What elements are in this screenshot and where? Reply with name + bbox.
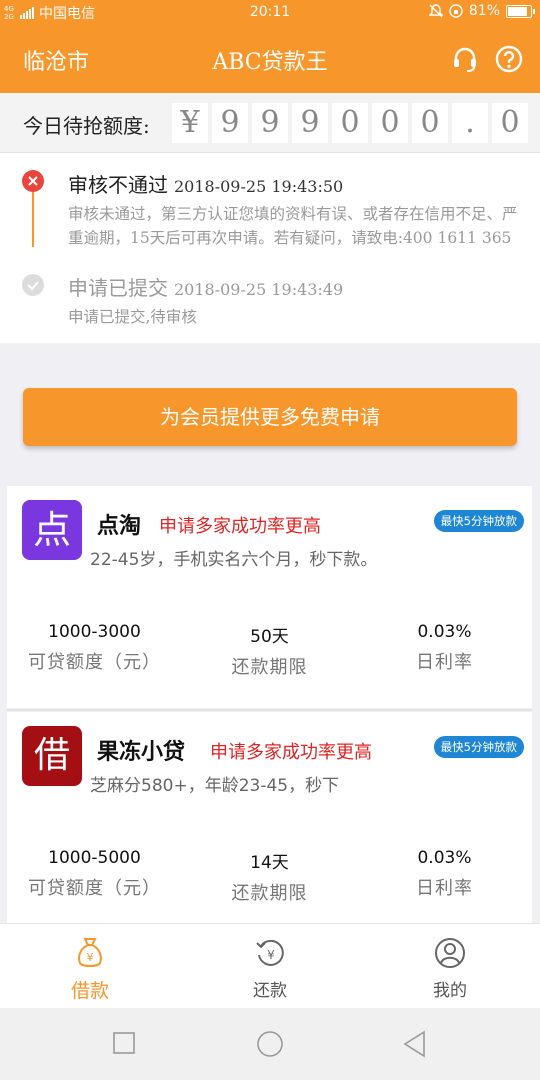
- loan-amount: 1000-3000 可贷额度（元）: [28, 622, 161, 673]
- system-nav-bar: [0, 1008, 540, 1080]
- fast-payout-badge: 最快5分钟放款: [433, 510, 524, 532]
- product-slogan: 申请多家成功率更高: [210, 742, 372, 763]
- money-bag-icon: ¥: [78, 938, 102, 967]
- nav-repay[interactable]: ¥ 还款: [180, 924, 360, 1008]
- battery-icon: [506, 4, 535, 18]
- recent-apps-icon[interactable]: [113, 1032, 135, 1054]
- back-icon[interactable]: [402, 1030, 428, 1058]
- check-icon: [22, 274, 44, 296]
- diantao-logo: 点: [22, 500, 82, 560]
- quota-digit: 0: [492, 103, 528, 143]
- timeline-description: 审核未通过，第三方认证您填的资料有误、或者存在信用不足、严重逾期，15天后可再次…: [68, 205, 518, 247]
- svg-text:¥: ¥: [87, 951, 94, 964]
- repayment-term: 50天 还款期限: [231, 627, 308, 678]
- profile-icon: [435, 938, 465, 968]
- product-slogan: 申请多家成功率更高: [159, 516, 321, 537]
- timeline-status-title: 审核不通过 2018-09-25 19:43:50: [68, 173, 344, 197]
- rejected-icon: [22, 170, 44, 192]
- repay-icon: ¥: [256, 939, 284, 966]
- product-stats: 1000-3000 可贷额度（元） 50天 还款期限 0.03% 日利率: [7, 622, 532, 679]
- loan-product-card[interactable]: 借 果冻小贷 申请多家成功率更高 最快5分钟放款 芝麻分580+，年龄23-45…: [7, 712, 532, 934]
- quota-digits: ¥ 9 9 9 0 0 0 . 0: [172, 103, 528, 143]
- timeline-status-title: 申请已提交 2018-09-25 19:43:49: [68, 276, 344, 300]
- daily-interest: 0.03% 日利率: [416, 848, 473, 899]
- product-stats: 1000-5000 可贷额度（元） 14天 还款期限 0.03% 日利率: [7, 848, 532, 905]
- quota-digit: 9: [212, 103, 248, 143]
- daily-quota: 今日待抢额度: ¥ 9 9 9 0 0 0 . 0: [0, 93, 540, 153]
- home-icon[interactable]: [256, 1030, 284, 1058]
- help-icon[interactable]: [494, 44, 524, 74]
- loan-amount: 1000-5000 可贷额度（元）: [28, 848, 161, 899]
- quota-digit: 0: [372, 103, 408, 143]
- nav-profile[interactable]: 我的: [360, 924, 540, 1008]
- status-bar: 4G 2G 中国电信 20:11 81%: [0, 0, 540, 26]
- quota-digit: 9: [292, 103, 328, 143]
- more-applications-button[interactable]: 为会员提供更多免费申请: [23, 388, 517, 446]
- app-header: 临沧市 ABC贷款王: [0, 26, 540, 93]
- mute-icon: [428, 4, 443, 18]
- product-name: 点淘: [97, 514, 142, 539]
- product-name: 果冻小贷: [97, 740, 186, 765]
- daily-interest: 0.03% 日利率: [416, 622, 473, 673]
- battery-percent: 81%: [468, 3, 500, 19]
- product-requirements: 芝麻分580+，年龄23-45，秒下: [90, 776, 340, 796]
- quota-digit: 0: [332, 103, 368, 143]
- quota-digit: ¥: [172, 103, 208, 143]
- svg-text:¥: ¥: [267, 948, 275, 962]
- timeline-description: 申请已提交,待审核: [68, 308, 197, 326]
- rotation-lock-icon: [449, 4, 463, 18]
- divider: [7, 709, 532, 711]
- fast-payout-badge: 最快5分钟放款: [433, 736, 524, 758]
- loan-product-card[interactable]: 点 点淘 申请多家成功率更高 最快5分钟放款 22-45岁，手机实名六个月，秒下…: [7, 486, 532, 708]
- quota-digit: 0: [412, 103, 448, 143]
- timeline-time: 2018-09-25 19:43:50: [174, 177, 344, 196]
- timeline-connector: [32, 192, 34, 247]
- bottom-nav: ¥ 借款 ¥ 还款 我的: [0, 923, 540, 1008]
- guodong-logo: 借: [22, 726, 82, 786]
- nav-borrow[interactable]: ¥ 借款: [0, 924, 180, 1008]
- product-requirements: 22-45岁，手机实名六个月，秒下款。: [90, 550, 378, 570]
- quota-label: 今日待抢额度:: [23, 114, 150, 138]
- quota-digit: 9: [252, 103, 288, 143]
- headset-icon[interactable]: [450, 44, 480, 74]
- timeline-time: 2018-09-25 19:43:49: [174, 280, 344, 299]
- repayment-term: 14天 还款期限: [231, 853, 308, 904]
- quota-digit: .: [452, 103, 488, 143]
